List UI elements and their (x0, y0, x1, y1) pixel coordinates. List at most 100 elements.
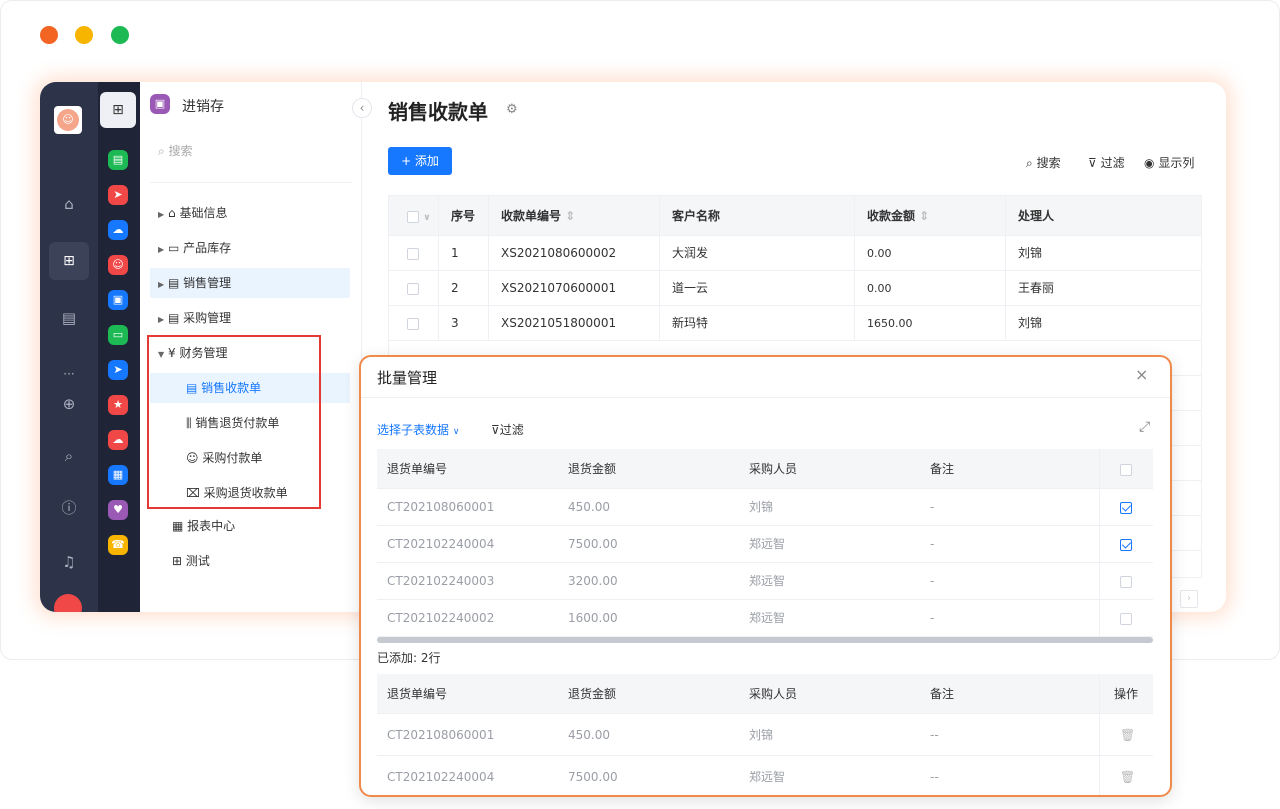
more-icon[interactable]: ··· (40, 364, 98, 384)
added-row[interactable]: CT202102240004 7500.00 郑远智 -- 🗑 (377, 756, 1153, 795)
app-title: 进销存 (182, 99, 224, 115)
added-row[interactable]: CT202108060001 450.00 刘锦 -- 🗑 (377, 714, 1153, 756)
nav-item-3[interactable]: ▶ ▤ 采购管理 (150, 303, 350, 333)
subtable-row[interactable]: CT202102240004 7500.00 郑远智 - (377, 526, 1153, 563)
grid-nav-active[interactable]: ⊞ (49, 242, 89, 280)
star-app-icon[interactable]: ★ (108, 395, 128, 415)
nav-item-0[interactable]: ▶ ⌂ 基础信息 (150, 198, 350, 228)
row-checkbox[interactable] (407, 247, 419, 260)
minimize-dot[interactable] (75, 26, 93, 44)
cell-amount: 450.00 (568, 500, 610, 514)
nav-search[interactable]: ⌕ 搜索 (158, 142, 193, 159)
cell-amount: 1650.00 (855, 306, 1006, 341)
chat-app-icon[interactable]: ☁ (108, 220, 128, 240)
select-subtable-dropdown[interactable]: 选择子表数据 ∨ (377, 421, 459, 438)
nav-extra-0[interactable]: ▦ 报表中心 (150, 511, 350, 541)
bottom-app-avatar[interactable] (54, 594, 82, 612)
modal-divider (361, 397, 1170, 398)
user-app-icon[interactable]: ☺ (108, 255, 128, 275)
cell-note: -- (930, 770, 939, 784)
delete-icon[interactable]: 🗑 (1099, 756, 1153, 795)
home-icon[interactable]: ⌂ (40, 194, 98, 214)
th-code[interactable]: 收款单编号 ⇕ (489, 196, 660, 236)
row-checkbox-cell[interactable] (1099, 526, 1153, 563)
fullscreen-icon[interactable]: ⤢ (1139, 419, 1150, 435)
th-buyer: 采购人员 (749, 687, 798, 701)
next-page-button[interactable]: › (1180, 590, 1198, 608)
bell-icon[interactable]: ♫ (40, 552, 98, 572)
search-icon[interactable]: ⌕ (40, 446, 98, 466)
row-checkbox[interactable] (407, 317, 419, 330)
truck-app-icon[interactable]: ▣ (108, 290, 128, 310)
batch-modal: 批量管理 × 选择子表数据 ∨ ⊽过滤 ⤢ 退货单编号 退货金额 采购人员 备注… (359, 355, 1172, 797)
plane-app-icon[interactable]: ➤ (108, 360, 128, 380)
modal-filter-button[interactable]: ⊽过滤 (491, 421, 524, 438)
row-checkbox-cell[interactable] (1099, 600, 1153, 637)
sort-icon: ⇕ (565, 209, 576, 223)
table-row[interactable]: 2 XS2021070600001 道一云 0.00 王春丽 (389, 271, 1201, 306)
cell-code: CT202102240004 (387, 537, 495, 551)
user-avatar[interactable]: ☺ (54, 106, 82, 134)
row-checkbox[interactable] (407, 282, 419, 295)
settings-gear-icon[interactable]: ⚙ (506, 102, 518, 117)
th-buyer: 采购人员 (749, 462, 798, 476)
th-return-amount: 退货金额 (568, 687, 617, 701)
phone-app-icon[interactable]: ☎ (108, 535, 128, 555)
divider (150, 182, 352, 183)
select-all-checkbox[interactable] (407, 210, 419, 223)
row-checkbox-cell[interactable] (389, 271, 439, 306)
primary-rail: ☺ ⌂ ⊞ ▤ ··· ⊕ ⌕ ⓘ ♫ (40, 82, 98, 612)
maximize-dot[interactable] (111, 26, 129, 44)
cell-buyer: 郑远智 (749, 537, 786, 551)
th-return-amount: 退货金额 (568, 462, 617, 476)
toolbar-search[interactable]: ⌕ 搜索 (1026, 154, 1061, 171)
eye-icon: ◉ (1144, 156, 1155, 170)
help-icon[interactable]: ⓘ (40, 498, 98, 518)
nav-item-2[interactable]: ▶ ▤ 销售管理 (150, 268, 350, 298)
subtable-row[interactable]: CT202102240002 1600.00 郑远智 - (377, 600, 1153, 637)
subtable-row[interactable]: CT202102240003 3200.00 郑远智 - (377, 563, 1153, 600)
row-checkbox-cell[interactable] (389, 236, 439, 271)
caret-right-icon: ▶ (158, 315, 165, 324)
cell-amount: 450.00 (568, 728, 610, 742)
row-checkbox[interactable] (1120, 612, 1132, 625)
table-row[interactable]: 1 XS2021080600002 大润发 0.00 刘锦 (389, 236, 1201, 271)
add-button[interactable]: + 添加 (388, 147, 452, 175)
doc-app-icon[interactable]: ▤ (108, 150, 128, 170)
row-checkbox-cell[interactable] (389, 306, 439, 341)
ticket-app-icon[interactable]: ▭ (108, 325, 128, 345)
heart-app-icon[interactable]: ♥ (108, 500, 128, 520)
truck-icon: ▣ (150, 94, 170, 114)
horizontal-scrollbar[interactable] (377, 637, 1153, 643)
print-app-icon[interactable]: ▦ (108, 465, 128, 485)
toolbar-columns[interactable]: ◉ 显示列 (1144, 154, 1194, 171)
row-checkbox[interactable] (1120, 538, 1132, 551)
cell-no: 3 (439, 306, 489, 341)
nav-extra-1[interactable]: ⊞ 测试 (150, 546, 350, 576)
th-amount[interactable]: 收款金额 ⇕ (855, 196, 1006, 236)
select-all-checkbox[interactable] (1120, 463, 1132, 476)
nav-item-1[interactable]: ▶ ▭ 产品库存 (150, 233, 350, 263)
th-select[interactable] (1099, 449, 1153, 489)
table-row[interactable]: 3 XS2021051800001 新玛特 1650.00 刘锦 (389, 306, 1201, 341)
bubble-app-icon[interactable]: ☁ (108, 430, 128, 450)
close-dot[interactable] (40, 26, 58, 44)
close-icon[interactable]: × (1135, 365, 1148, 384)
row-checkbox-cell[interactable] (1099, 563, 1153, 600)
add-circle-icon[interactable]: ⊕ (40, 394, 98, 414)
row-checkbox-cell[interactable] (1099, 489, 1153, 526)
apps-grid-icon[interactable]: ⊞ (100, 92, 136, 128)
cell-handler: 刘锦 (1018, 316, 1043, 330)
avatar-face-icon: ☺ (57, 109, 79, 131)
subtable-row[interactable]: CT202108060001 450.00 刘锦 - (377, 489, 1153, 526)
send-app-icon[interactable]: ➤ (108, 185, 128, 205)
row-checkbox[interactable] (1120, 575, 1132, 588)
delete-icon[interactable]: 🗑 (1099, 714, 1153, 756)
page-title: 销售收款单 (388, 100, 488, 124)
nav-extra-icon: ⊞ (172, 554, 183, 568)
row-checkbox[interactable] (1120, 501, 1132, 514)
document-icon[interactable]: ▤ (40, 308, 98, 328)
select-all-cell[interactable]: ∨ (389, 196, 439, 236)
cell-amount: 1600.00 (568, 611, 618, 625)
toolbar-filter[interactable]: ⊽ 过滤 (1088, 154, 1125, 171)
